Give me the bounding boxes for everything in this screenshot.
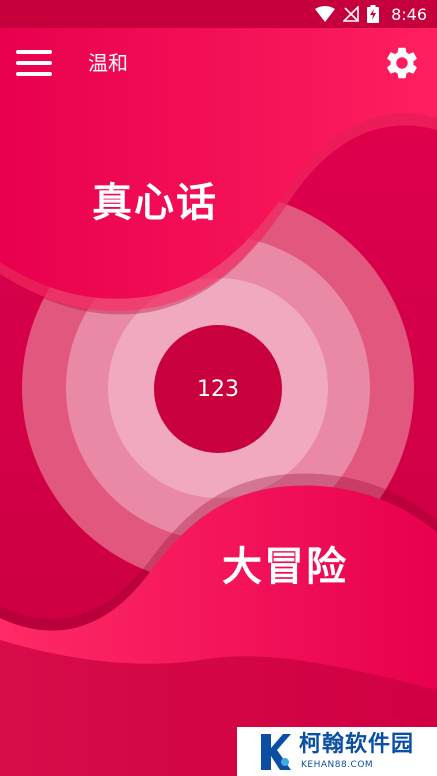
center-spin-button[interactable]: 123	[154, 325, 282, 453]
app-screen: 8:46 温和 真心话 大冒险 123 柯翰软件园 KEHAN88.COM	[0, 0, 437, 776]
battery-charging-icon	[367, 5, 380, 23]
app-title: 温和	[88, 51, 128, 75]
watermark-logo-icon	[261, 734, 291, 770]
wifi-icon	[315, 6, 336, 22]
dare-option[interactable]: 大冒险	[222, 540, 348, 594]
hamburger-menu-icon[interactable]	[16, 50, 52, 78]
gear-icon[interactable]	[383, 44, 421, 82]
no-signal-icon	[343, 6, 359, 22]
status-bar: 8:46	[0, 0, 437, 28]
watermark: 柯翰软件园 KEHAN88.COM	[237, 727, 437, 776]
status-icons: 8:46	[315, 4, 427, 24]
status-time: 8:46	[391, 4, 427, 24]
watermark-name: 柯翰软件园	[299, 732, 415, 757]
center-value: 123	[197, 376, 239, 402]
watermark-domain: KEHAN88.COM	[301, 760, 374, 770]
app-bar: 温和	[0, 28, 437, 98]
truth-option[interactable]: 真心话	[92, 176, 218, 230]
